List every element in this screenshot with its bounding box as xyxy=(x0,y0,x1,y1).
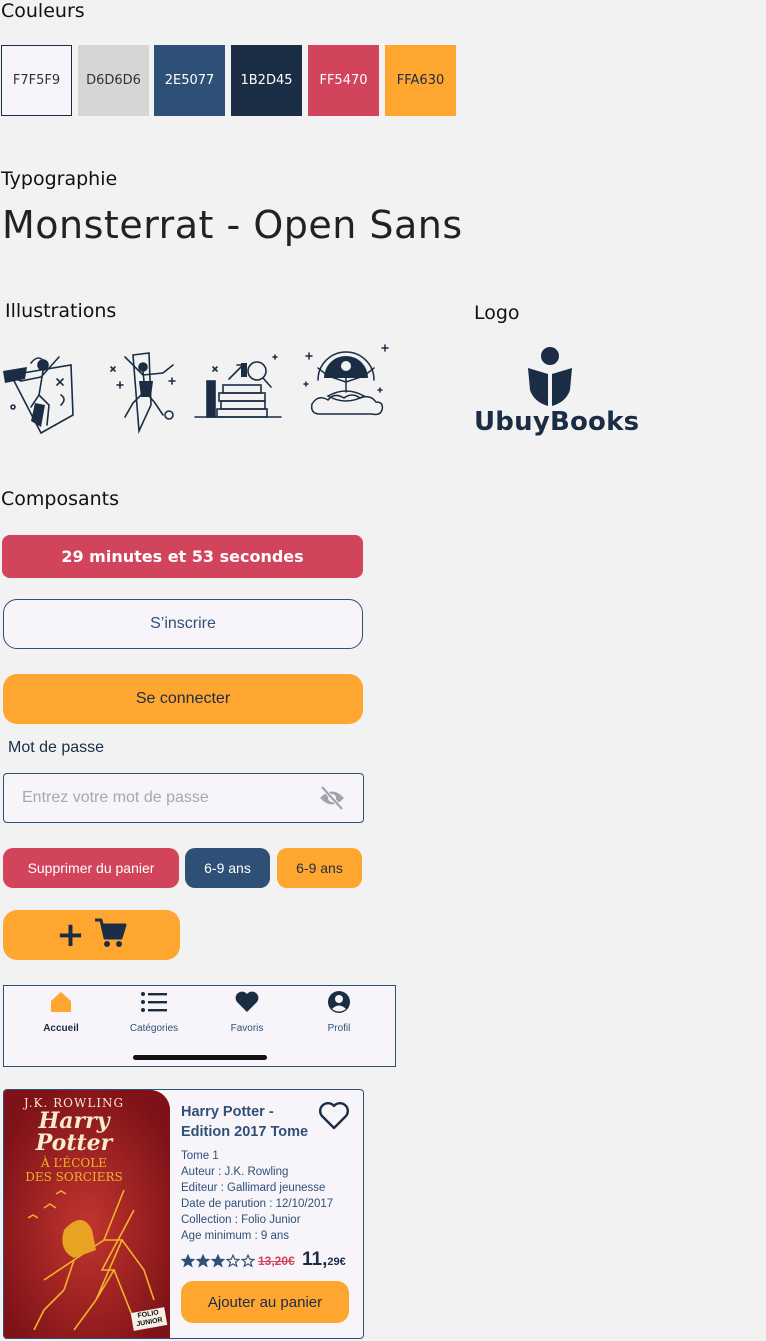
star-filled-icon xyxy=(181,1254,195,1268)
countdown-timer: 29 minutes et 53 secondes xyxy=(2,535,363,578)
book-title-line2: Edition 2017 Tome xyxy=(181,1124,309,1140)
add-to-cart-card-button[interactable]: Ajouter au panier xyxy=(181,1281,349,1323)
illustration-climber xyxy=(1,345,81,435)
cover-subtitle-line1: À L’ÉCOLE xyxy=(41,1156,107,1170)
book-meta: Tome 1 Auteur : J.K. Rowling Editeur : G… xyxy=(181,1148,333,1244)
login-button[interactable]: Se connecter xyxy=(3,674,363,724)
age-tag-blue[interactable]: 6-9 ans xyxy=(185,848,270,888)
nav-item-accueil[interactable]: Accueil xyxy=(21,990,101,1034)
heart-icon xyxy=(234,990,260,1017)
color-swatch: 1B2D45 xyxy=(231,45,302,116)
book-title: Harry Potter - Edition 2017 Tome xyxy=(181,1102,308,1142)
signup-button[interactable]: S’inscrire xyxy=(3,599,363,649)
components-heading: Composants xyxy=(1,488,120,510)
rating-stars xyxy=(181,1254,255,1268)
nav-item-favoris-label: Favoris xyxy=(230,1023,264,1034)
illustration-books xyxy=(193,345,283,435)
signup-button-label: S’inscrire xyxy=(150,615,216,632)
color-swatch: FF5470 xyxy=(308,45,379,116)
cover-title-line2: Potter xyxy=(35,1130,113,1156)
color-swatch: F7F5F9 xyxy=(1,45,72,116)
colors-heading: Couleurs xyxy=(1,0,85,22)
cover-title: Harry Potter xyxy=(4,1110,144,1154)
password-placeholder: Entrez votre mot de passe xyxy=(22,789,209,806)
nav-item-accueil-label: Accueil xyxy=(43,1023,79,1034)
nav-item-categories[interactable]: Catégories xyxy=(114,990,194,1034)
current-price: 11,29€ xyxy=(302,1249,346,1271)
countdown-timer-text: 29 minutes et 53 secondes xyxy=(61,547,304,566)
password-field[interactable]: Entrez votre mot de passe xyxy=(3,773,364,823)
book-title-line1: Harry Potter - xyxy=(181,1104,274,1120)
color-swatch: 2E5077 xyxy=(154,45,225,116)
age-tag-orange-label: 6-9 ans xyxy=(296,860,343,876)
nav-item-profil[interactable]: Profil xyxy=(299,990,379,1034)
old-price: 13,20€ xyxy=(258,1254,295,1268)
star-empty-icon xyxy=(226,1254,240,1268)
book-cover: J.K. ROWLING Harry Potter À L’ÉCOLE DES … xyxy=(4,1090,170,1338)
color-swatch: FFA630 xyxy=(385,45,456,116)
eye-slash-icon[interactable] xyxy=(318,785,346,815)
book-age: Age minimum : 9 ans xyxy=(181,1230,290,1242)
password-label: Mot de passe xyxy=(8,739,105,756)
home-indicator xyxy=(133,1055,267,1060)
typography-sample: Monsterrat - Open Sans xyxy=(2,203,463,247)
star-empty-icon xyxy=(241,1254,255,1268)
color-swatch-label: 2E5077 xyxy=(164,73,215,88)
color-swatch-label: D6D6D6 xyxy=(86,73,141,88)
book-tome: Tome 1 xyxy=(181,1150,219,1162)
age-tag-orange[interactable]: 6-9 ans xyxy=(277,848,362,888)
favorite-heart-icon[interactable] xyxy=(318,1102,350,1134)
star-filled-icon xyxy=(196,1254,210,1268)
list-icon xyxy=(140,990,168,1017)
cover-subtitle-line2: DES SORCIERS xyxy=(25,1170,123,1184)
price-main: 11, xyxy=(302,1249,328,1270)
star-filled-icon xyxy=(211,1254,225,1268)
color-swatch-label: FF5470 xyxy=(319,73,368,88)
color-swatch: D6D6D6 xyxy=(78,45,149,116)
book-date: Date de parution : 12/10/2017 xyxy=(181,1198,334,1210)
book-author: Auteur : J.K. Rowling xyxy=(181,1166,289,1178)
illustration-jumper xyxy=(103,345,183,435)
illustrations-heading: Illustrations xyxy=(5,300,117,322)
age-tag-blue-label: 6-9 ans xyxy=(204,860,251,876)
home-icon xyxy=(49,990,73,1017)
cart-icon xyxy=(93,916,127,954)
book-card[interactable]: J.K. ROWLING Harry Potter À L’ÉCOLE DES … xyxy=(3,1089,364,1339)
remove-from-cart-button[interactable]: Supprimer du panier xyxy=(3,848,179,888)
color-swatch-label: FFA630 xyxy=(396,73,445,88)
add-to-cart-button[interactable]: + xyxy=(3,910,180,960)
book-collection: Collection : Folio Junior xyxy=(181,1214,301,1226)
book-publisher: Editeur : Gallimard jeunesse xyxy=(181,1182,326,1194)
nav-item-profil-label: Profil xyxy=(327,1023,351,1034)
add-to-cart-card-label: Ajouter au panier xyxy=(207,1293,323,1311)
price-cents: 29€ xyxy=(327,1256,346,1268)
login-button-label: Se connecter xyxy=(135,690,231,707)
color-swatch-label: 1B2D45 xyxy=(240,73,293,88)
brand-logo-icon xyxy=(526,346,574,412)
color-swatch-label: F7F5F9 xyxy=(12,73,61,88)
user-icon xyxy=(327,990,351,1017)
nav-item-categories-label: Catégories xyxy=(129,1023,179,1034)
remove-from-cart-label: Supprimer du panier xyxy=(27,860,155,876)
typography-heading: Typographie xyxy=(1,168,118,190)
logo-heading: Logo xyxy=(474,302,520,324)
brand-logo-text: UbuyBooks xyxy=(474,407,640,437)
plus-icon: + xyxy=(56,915,85,955)
illustration-meditation xyxy=(298,340,393,420)
nav-item-favoris[interactable]: Favoris xyxy=(207,990,287,1034)
